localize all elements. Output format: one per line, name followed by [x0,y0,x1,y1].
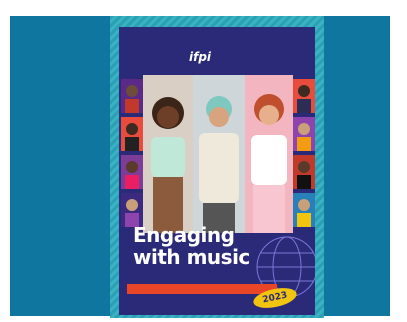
report-cover: ifpi Engaging with music 2023 [110,16,324,318]
thumbnail-photo [121,193,143,227]
thumbnail-photo [293,193,315,227]
photo-man-jacket [193,75,245,233]
title-line-1: Engaging [133,223,235,247]
title-line-2: with music [133,245,250,269]
logo-wordmark: ifpi [189,50,212,64]
thumbnail-photo [121,117,143,151]
photo-woman-green [143,75,193,233]
thumbnail-photo [121,155,143,189]
cover-panel: ifpi Engaging with music 2023 [119,27,315,315]
thumbnail-photo [293,155,315,189]
photo-woman-pink [245,75,293,233]
thumbnail-photo [293,117,315,151]
title-underline [127,284,277,294]
thumbnail-photo [121,79,143,113]
cover-title: Engaging with music 2023 [119,223,315,315]
ifpi-logo: ifpi [189,48,239,66]
year-label: 2023 [261,290,289,306]
thumbnail-photo [293,79,315,113]
